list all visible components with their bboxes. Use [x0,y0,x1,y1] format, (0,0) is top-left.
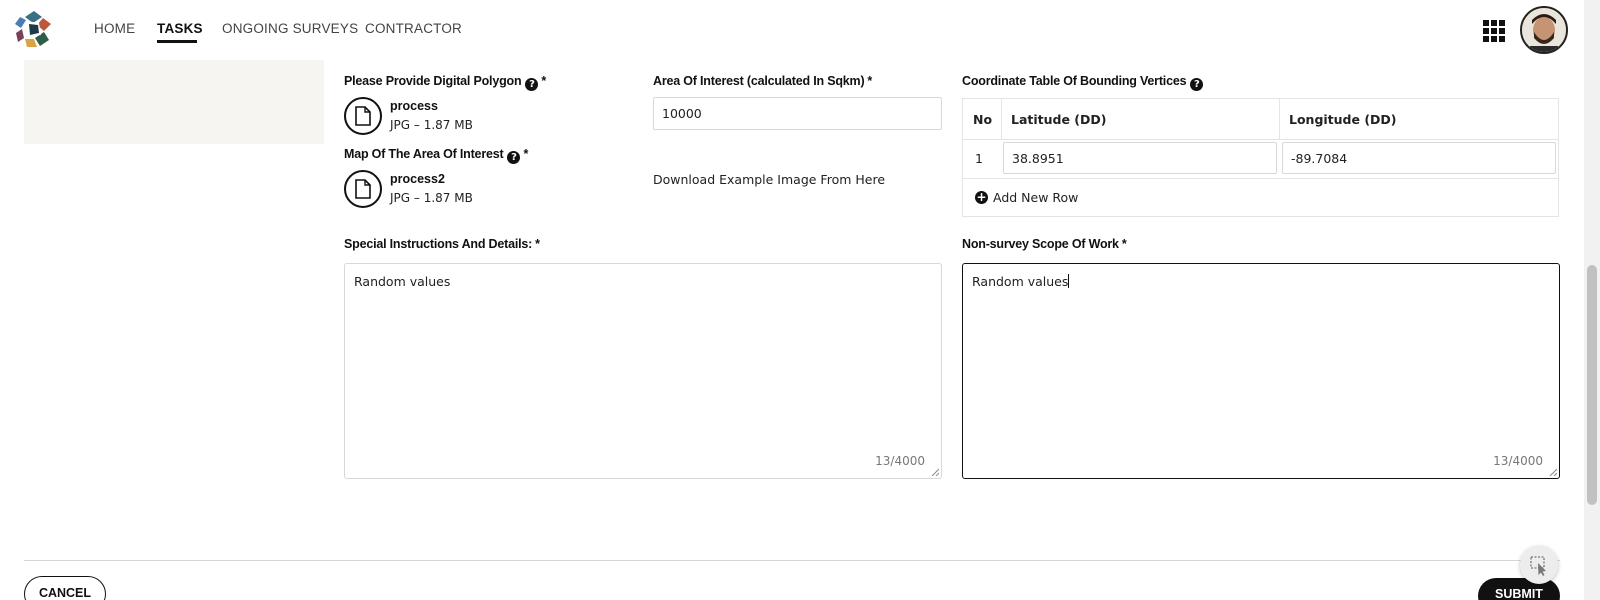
row-divider [963,178,1558,179]
column-header-no: No [973,111,993,127]
active-tab-indicator [157,40,197,43]
character-counter: 13/4000 [875,454,925,468]
map-file-name[interactable]: process2 [390,172,445,186]
plus-circle-icon: + [975,190,988,204]
map-file-meta: JPG – 1.87 MB [390,191,473,205]
coordinate-table-label: Coordinate Table Of Bounding Vertices? [962,74,1204,91]
map-area-label: Map Of The Area Of Interest? * [344,147,529,164]
area-of-interest-input[interactable]: 10000 [653,97,942,130]
coordinate-table: No Latitude (DD) Longitude (DD) 1 38.895… [962,98,1559,217]
footer-divider [24,560,1560,561]
latitude-input[interactable]: 38.8951 [1003,142,1277,174]
add-new-row-button[interactable]: + Add New Row [975,190,1078,205]
add-new-row-label: Add New Row [993,190,1079,205]
help-icon[interactable]: ? [1190,78,1204,91]
polygon-file-meta: JPG – 1.87 MB [390,118,473,132]
non-survey-scope-label: Non-survey Scope Of Work * [962,237,1127,251]
nav-contractor[interactable]: CONTRACTOR [365,21,462,36]
scrollbar-thumb[interactable] [1587,265,1597,505]
nav-tasks[interactable]: TASKS [157,21,203,36]
download-example-link[interactable]: Download Example Image From Here [653,172,885,187]
file-icon [344,97,382,135]
special-instructions-value: Random values [354,274,451,289]
side-panel-placeholder [24,60,324,144]
resize-handle-icon[interactable] [1549,468,1557,476]
text-caret [1068,274,1070,288]
select-cursor-icon[interactable] [1520,546,1558,584]
row-number: 1 [975,151,983,166]
user-avatar[interactable] [1520,6,1568,54]
character-counter: 13/4000 [1493,454,1543,468]
non-survey-scope-textarea[interactable]: Random values 13/4000 [962,263,1560,479]
app-logo-icon[interactable] [13,9,55,49]
row-divider [963,139,1558,140]
help-icon[interactable]: ? [507,151,521,164]
non-survey-scope-value: Random values [972,274,1070,289]
digital-polygon-label: Please Provide Digital Polygon? * [344,74,547,91]
cancel-button[interactable]: CANCEL [24,576,106,600]
resize-handle-icon[interactable] [931,468,939,476]
column-header-longitude: Longitude (DD) [1289,111,1397,127]
top-navigation-bar: HOME TASKS ONGOING SURVEYS CONTRACTOR [0,0,1568,58]
nav-home[interactable]: HOME [94,21,135,36]
special-instructions-textarea[interactable]: Random values 13/4000 [344,263,942,479]
area-of-interest-label: Area Of Interest (calculated In Sqkm) * [653,74,873,88]
help-icon[interactable]: ? [525,78,539,91]
column-header-latitude: Latitude (DD) [1011,111,1107,127]
apps-grid-icon[interactable] [1483,20,1505,42]
file-icon [344,170,382,208]
longitude-input[interactable]: -89.7084 [1282,142,1556,174]
polygon-file-name[interactable]: process [390,99,438,113]
nav-ongoing-surveys[interactable]: ONGOING SURVEYS [222,21,358,36]
special-instructions-label: Special Instructions And Details: * [344,237,540,251]
